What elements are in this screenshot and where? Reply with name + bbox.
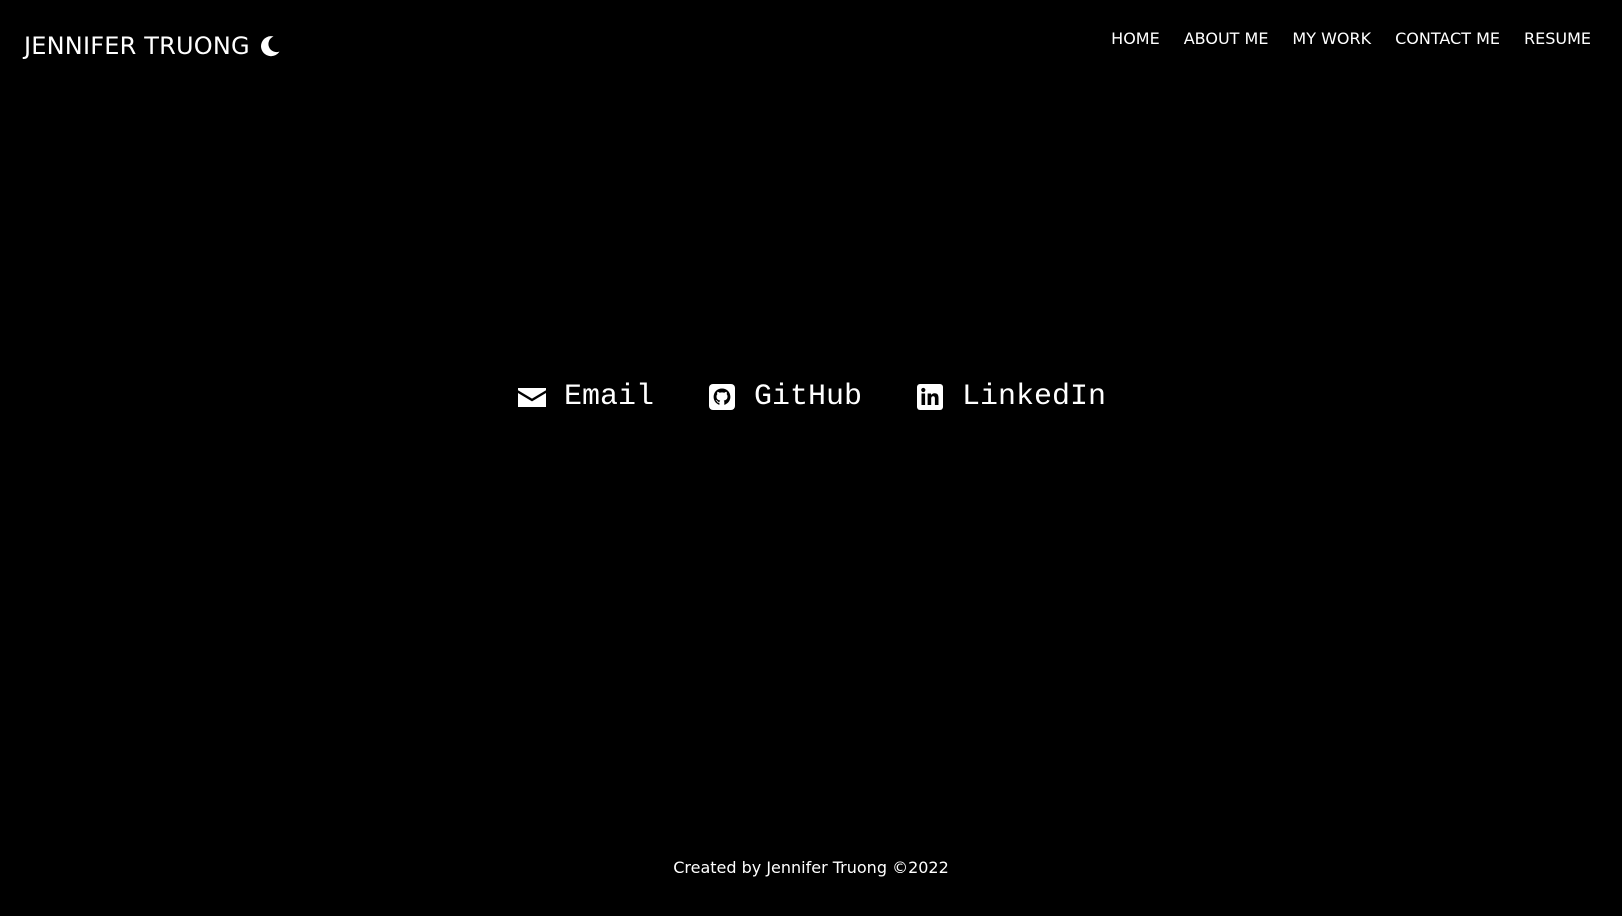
contact-links: Email GitHub LinkedIn — [0, 380, 1622, 414]
moon-icon[interactable] — [258, 34, 282, 58]
main-nav: HOME ABOUT ME MY WORK CONTACT ME RESUME — [1111, 27, 1591, 51]
envelope-icon — [516, 381, 548, 413]
email-link[interactable]: Email — [516, 380, 654, 414]
linkedin-link[interactable]: LinkedIn — [914, 380, 1106, 414]
nav-contact-me[interactable]: CONTACT ME — [1395, 27, 1500, 51]
site-header: JENNIFER TRUONG HOME ABOUT ME MY WORK CO… — [0, 0, 1622, 90]
brand[interactable]: JENNIFER TRUONG — [24, 28, 282, 64]
nav-home[interactable]: HOME — [1111, 27, 1160, 51]
nav-resume[interactable]: RESUME — [1524, 27, 1591, 51]
nav-about-me[interactable]: ABOUT ME — [1184, 27, 1269, 51]
linkedin-icon — [914, 381, 946, 413]
nav-my-work[interactable]: MY WORK — [1292, 27, 1371, 51]
github-link[interactable]: GitHub — [706, 380, 862, 414]
brand-name[interactable]: JENNIFER TRUONG — [24, 28, 250, 64]
github-label: GitHub — [753, 380, 862, 414]
footer-text: Created by Jennifer Truong ©2022 — [673, 858, 949, 877]
linkedin-label: LinkedIn — [962, 380, 1107, 414]
github-icon — [706, 381, 738, 413]
email-label: Email — [563, 380, 654, 414]
footer: Created by Jennifer Truong ©2022 — [0, 856, 1622, 880]
